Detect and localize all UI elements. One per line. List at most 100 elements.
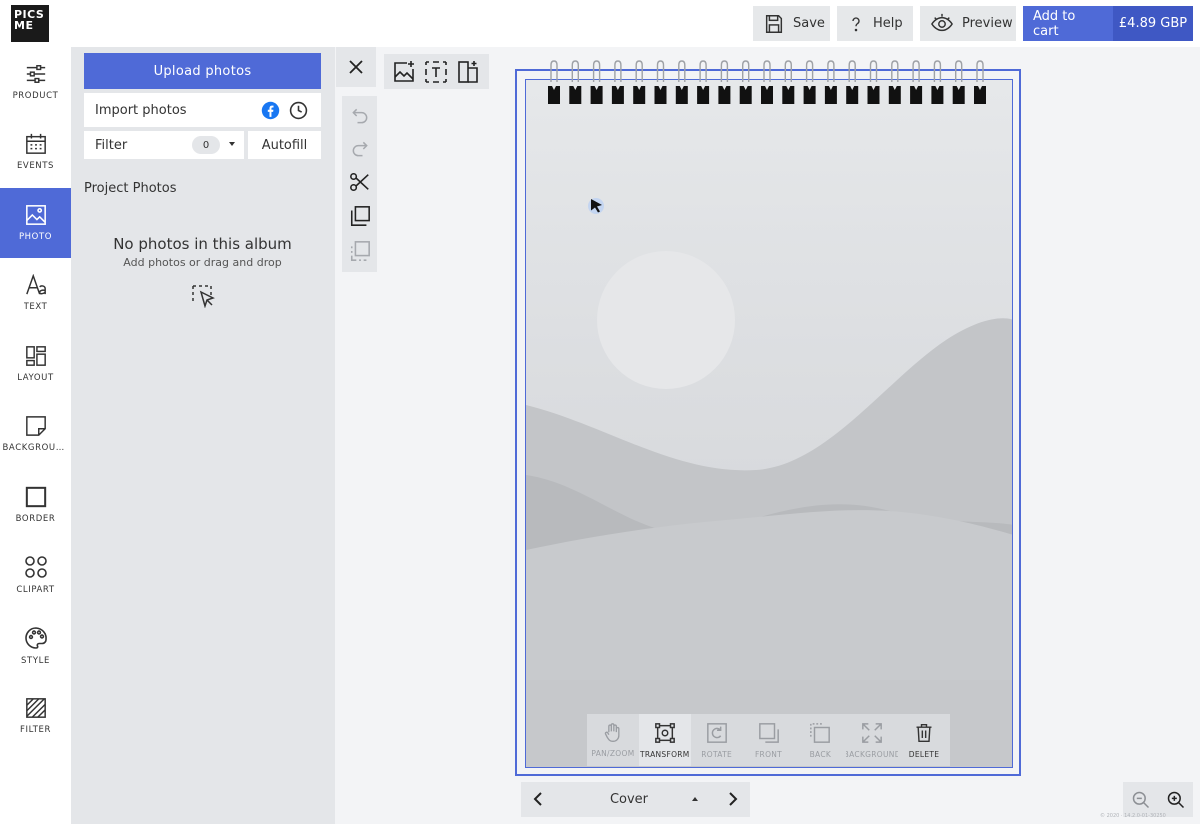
binding-ring: [782, 60, 795, 104]
sidebar-item-events[interactable]: EVENTS: [0, 117, 71, 187]
version-label: © 2020 · 14.2.0-01-30250: [1100, 813, 1166, 819]
history-tools: [342, 96, 377, 272]
tool-background[interactable]: BACKGROUND: [846, 714, 898, 766]
clock-icon[interactable]: [289, 101, 308, 120]
tool-delete[interactable]: DELETE: [898, 714, 950, 766]
sidebar-item-product[interactable]: PRODUCT: [0, 47, 71, 117]
autofill-button[interactable]: Autofill: [248, 131, 321, 159]
sidebar-item-background[interactable]: BACKGROUND: [0, 399, 71, 469]
binding-ring: [590, 60, 603, 104]
add-text-icon[interactable]: [424, 60, 448, 84]
help-button[interactable]: Help: [837, 6, 913, 41]
tool-label: TRANSFORM: [639, 749, 690, 759]
transform-icon: [654, 722, 675, 743]
cursor-pointer-icon: [588, 198, 604, 214]
binding-ring: [654, 60, 667, 104]
sidebar-item-photo[interactable]: PHOTO: [0, 188, 71, 258]
binding-ring: [675, 60, 688, 104]
preview-label: Preview: [962, 16, 1013, 31]
calendar-icon: [25, 133, 46, 154]
layout-icon: [25, 346, 46, 366]
picsme-logo[interactable]: PICS ME: [11, 5, 49, 42]
tool-transform[interactable]: TRANSFORM: [638, 714, 691, 766]
sidebar-item-border[interactable]: BORDER: [0, 470, 71, 540]
binding-ring: [739, 60, 752, 104]
sidebar-label-layout: LAYOUT: [17, 373, 54, 383]
sidebar-label-product: PRODUCT: [12, 91, 59, 101]
add-layout-icon[interactable]: [457, 60, 481, 84]
top-bar: PICS ME Save Help Preview Add to cart £4…: [0, 0, 1200, 47]
preview-button[interactable]: Preview: [920, 6, 1016, 41]
caret-up-icon[interactable]: [692, 797, 698, 801]
sidebar-label-style: STYLE: [21, 656, 50, 666]
chevron-left-icon[interactable]: [531, 791, 547, 807]
bring-front-icon: [758, 722, 779, 743]
binding-ring: [803, 60, 816, 104]
binding-ring: [888, 60, 901, 104]
sidebar-item-text[interactable]: TEXT: [0, 258, 71, 328]
tool-pan-zoom[interactable]: PAN/ZOOM: [587, 714, 639, 766]
hatch-icon: [25, 698, 46, 718]
spiral-binding: [548, 60, 986, 104]
tool-label: BACKGROUND: [846, 749, 899, 759]
filter-label: Filter: [95, 137, 128, 153]
tool-label: ROTATE: [701, 749, 733, 759]
copy-icon[interactable]: [349, 205, 371, 227]
binding-ring: [910, 60, 923, 104]
scissors-icon[interactable]: [349, 171, 371, 193]
binding-ring: [611, 60, 624, 104]
element-edit-toolbar: PAN/ZOOM TRANSFORM ROTATE FRONT BACK BAC…: [587, 714, 950, 766]
question-mark-icon: [852, 16, 860, 31]
chevron-right-icon[interactable]: [724, 791, 740, 807]
binding-ring: [718, 60, 731, 104]
tool-label: FRONT: [754, 749, 783, 759]
drag-drop-icon: [192, 285, 215, 308]
sidebar-label-text: TEXT: [23, 302, 48, 312]
sidebar-item-layout[interactable]: LAYOUT: [0, 329, 71, 399]
close-panel-button[interactable]: [336, 47, 376, 87]
add-image-icon[interactable]: [392, 60, 416, 84]
upload-photos-button[interactable]: Upload photos: [84, 53, 321, 89]
tool-label: BACK: [809, 749, 832, 759]
price-badge[interactable]: £4.89 GBP: [1113, 6, 1193, 41]
add-to-cart-label: Add to cart: [1033, 8, 1076, 39]
paste-icon[interactable]: [349, 240, 371, 262]
sticky-note-icon: [25, 416, 46, 436]
tool-back[interactable]: BACK: [794, 714, 846, 766]
zoom-out-icon[interactable]: [1131, 790, 1151, 810]
trash-icon: [916, 723, 932, 742]
shapes-icon: [24, 556, 47, 578]
photo-panel: Upload photos Import photos Filter 0 Aut…: [71, 47, 335, 824]
eye-icon: [931, 13, 953, 31]
sidebar-label-photo: PHOTO: [18, 232, 53, 242]
sidebar-item-filter[interactable]: FILTER: [0, 681, 71, 751]
save-button[interactable]: Save: [753, 6, 830, 41]
price-label: £4.89 GBP: [1118, 16, 1188, 31]
sidebar: PRODUCT EVENTS PHOTO TEXT LAYOUT BACKGRO…: [0, 47, 71, 824]
import-photos-row[interactable]: Import photos: [84, 93, 321, 127]
tool-rotate[interactable]: ROTATE: [691, 714, 743, 766]
binding-ring: [867, 60, 880, 104]
expand-icon: [862, 722, 883, 743]
add-to-cart-button[interactable]: Add to cart: [1023, 6, 1113, 41]
undo-icon[interactable]: [350, 106, 370, 126]
redo-icon[interactable]: [350, 139, 370, 159]
image-icon: [25, 205, 46, 225]
current-page-label[interactable]: Cover: [581, 792, 677, 807]
logo-line-2: ME: [14, 19, 34, 32]
hand-icon: [604, 722, 620, 742]
facebook-icon[interactable]: [261, 101, 280, 120]
filter-dropdown[interactable]: Filter 0: [84, 131, 244, 159]
help-label: Help: [873, 16, 903, 31]
zoom-controls: [1123, 782, 1193, 817]
tool-front[interactable]: FRONT: [743, 714, 795, 766]
text-icon: [25, 274, 46, 295]
save-icon: [765, 14, 783, 33]
page-navigator: Cover: [521, 782, 750, 817]
sidebar-item-clipart[interactable]: CLIPART: [0, 540, 71, 610]
caret-down-icon: [229, 142, 235, 146]
zoom-in-icon[interactable]: [1166, 790, 1186, 810]
sidebar-item-style[interactable]: STYLE: [0, 611, 71, 681]
notebook-cover-page[interactable]: [525, 79, 1013, 768]
import-photos-label: Import photos: [95, 102, 187, 118]
